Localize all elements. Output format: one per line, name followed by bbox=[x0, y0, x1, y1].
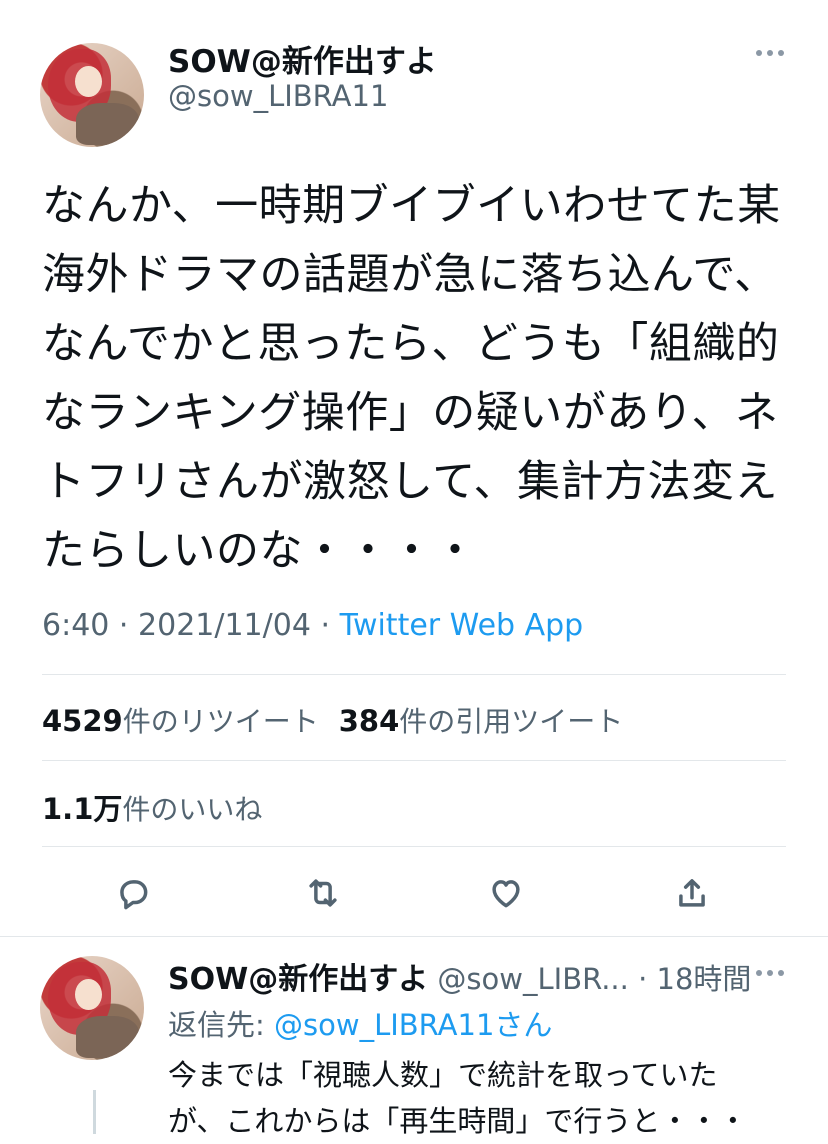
author-name[interactable]: SOW@新作出すよ bbox=[168, 36, 437, 81]
reply-author-name[interactable]: SOW@新作出すよ bbox=[168, 962, 428, 997]
reply-button[interactable] bbox=[113, 873, 153, 913]
reply-time[interactable]: 18時間 bbox=[657, 962, 752, 996]
tweet-time: 6:40 bbox=[42, 608, 110, 643]
tweet-text: なんか、一時期ブイブイいわせてた某 海外ドラマの話題が急に落ち込んで、 なんでか… bbox=[42, 181, 781, 576]
quotes-count: 384 bbox=[338, 704, 400, 738]
like-stats[interactable]: 1.1万件のいいね bbox=[42, 786, 262, 828]
more-options-icon[interactable] bbox=[756, 970, 784, 976]
thread-line bbox=[93, 1090, 96, 1134]
divider bbox=[0, 936, 828, 937]
author-handle[interactable]: @sow_LIBRA11 bbox=[168, 79, 388, 113]
reply-to: 返信先: @sow_LIBRA11さん bbox=[168, 1002, 552, 1044]
retweets-count: 4529 bbox=[42, 704, 123, 738]
share-icon bbox=[679, 879, 705, 907]
like-icon bbox=[492, 880, 520, 908]
avatar[interactable] bbox=[40, 43, 144, 147]
retweet-icon bbox=[309, 879, 337, 907]
share-button[interactable] bbox=[672, 873, 712, 913]
likes-count: 1.1万 bbox=[42, 792, 123, 826]
avatar[interactable] bbox=[40, 956, 144, 1060]
reply-header: SOW@新作出すよ @sow_LIBR... · 18時間 bbox=[168, 954, 751, 998]
meta-separator: · bbox=[118, 608, 129, 643]
retweet-button[interactable] bbox=[303, 873, 343, 913]
reply-author-handle[interactable]: @sow_LIBR... bbox=[437, 962, 628, 996]
retweets-label: 件のリツイート bbox=[122, 705, 319, 738]
reply-to-label: 返信先: bbox=[168, 1008, 274, 1042]
reply-icon bbox=[120, 880, 148, 910]
divider bbox=[42, 674, 786, 675]
quotes-label: 件の引用ツイート bbox=[399, 705, 624, 738]
retweets-link[interactable]: 4529件のリツイート bbox=[42, 704, 319, 738]
tweet-date[interactable]: 2021/11/04 bbox=[138, 608, 311, 643]
divider bbox=[42, 846, 786, 847]
divider bbox=[42, 760, 786, 761]
reply-to-link[interactable]: @sow_LIBRA11さん bbox=[274, 1008, 552, 1042]
meta-separator: · bbox=[638, 962, 648, 996]
retweet-stats: 4529件のリツイート 384件の引用ツイート bbox=[42, 700, 623, 740]
likes-label: 件のいいね bbox=[122, 793, 263, 826]
like-button[interactable] bbox=[486, 873, 526, 913]
reply-text: 今までは「視聴人数」で統計を取っていた が、これからは「再生時間」で行うと・・・ bbox=[168, 1058, 748, 1138]
more-options-icon[interactable] bbox=[756, 50, 784, 56]
meta-separator: · bbox=[320, 608, 331, 643]
quotes-link[interactable]: 384件の引用ツイート bbox=[338, 704, 624, 738]
tweet-app-link[interactable]: Twitter Web App bbox=[340, 608, 584, 643]
tweet-meta: 6:40 · 2021/11/04 · Twitter Web App bbox=[42, 608, 583, 643]
